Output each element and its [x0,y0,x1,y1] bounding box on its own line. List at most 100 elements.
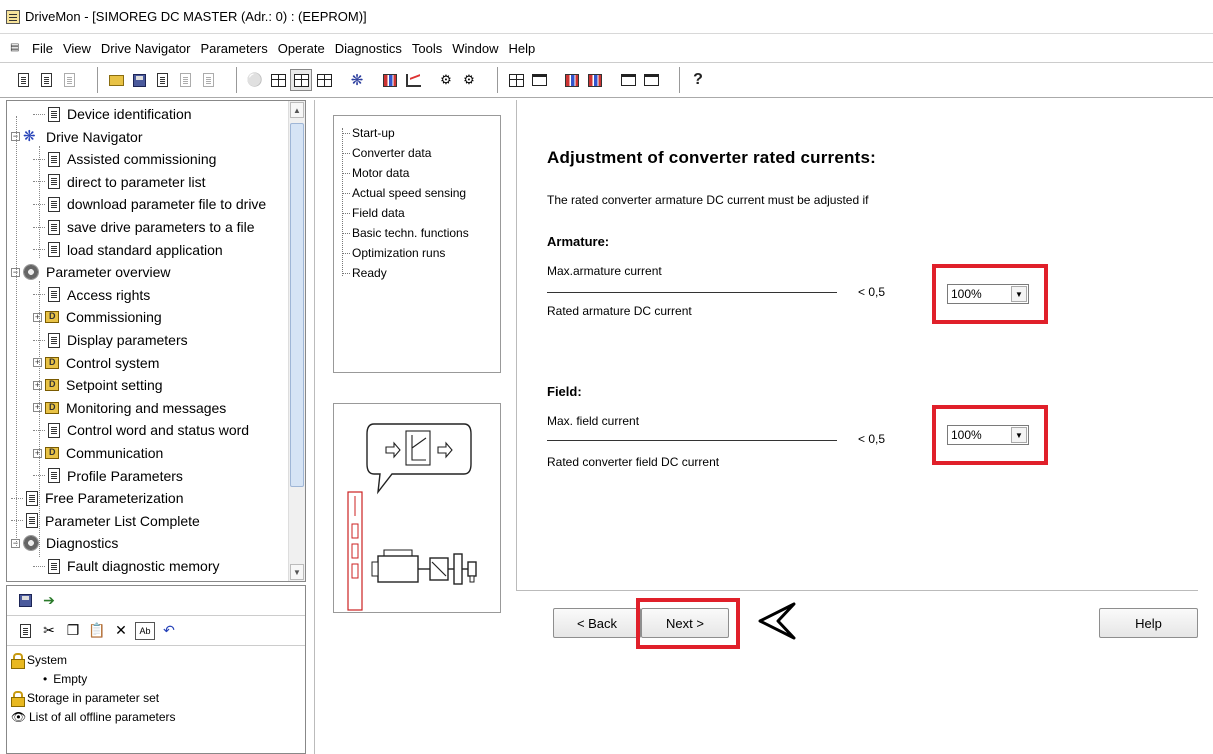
main-toolbar: ⚪ ❋ ⚙ ⚙ ? [0,62,1213,98]
drive-icon-1[interactable]: ⚙ [435,69,457,91]
online-icon[interactable] [267,69,289,91]
tree-item[interactable]: + Control system [33,352,159,374]
list-item-offline-params[interactable]: 👁 List of all offline parameters [11,707,305,726]
step-start-up[interactable]: Start-up [342,126,395,140]
rename-icon[interactable]: Ab [135,621,155,640]
step-ready[interactable]: Ready [342,266,387,280]
tree-item[interactable]: Free Parameterization [11,487,184,509]
tree-scrollbar[interactable]: ▲ ▼ [288,101,305,581]
download-icon[interactable] [584,69,606,91]
menu-diagnostics[interactable]: Diagnostics [335,41,402,56]
tree-item[interactable]: download parameter file to drive [33,193,266,215]
offline-list: System • Empty Storage in parameter set … [7,646,305,726]
expand-icon[interactable]: + [33,380,42,390]
parameter-table-icon[interactable] [505,69,527,91]
tree-item[interactable]: + Setpoint setting [33,374,163,396]
menu-window[interactable]: Window [452,41,498,56]
tile-vertical-icon[interactable] [640,69,662,91]
open-folder-icon[interactable] [105,69,127,91]
list-item-storage[interactable]: Storage in parameter set [11,688,305,707]
properties-icon[interactable] [151,69,173,91]
back-button[interactable]: < Back [553,608,641,638]
save-disk-icon[interactable] [128,69,150,91]
step-optimization-runs[interactable]: Optimization runs [342,246,445,260]
tree-item[interactable]: save drive parameters to a file [33,216,255,238]
tree-item[interactable]: direct to parameter list [33,171,206,193]
tree-item-label: Parameter overview [46,264,171,281]
tree-item[interactable]: + Communication [33,442,163,464]
trend-chart-icon[interactable] [402,69,424,91]
copy-doc-icon[interactable] [58,69,80,91]
step-basic-techn-functions[interactable]: Basic techn. functions [342,226,469,240]
print-icon[interactable] [197,69,219,91]
pointer-arrow-icon [758,602,796,640]
tile-horizontal-icon[interactable] [617,69,639,91]
tree-item[interactable]: + Commissioning [33,306,162,328]
block-diagram-icon[interactable] [379,69,401,91]
step-actual-speed-sensing[interactable]: Actual speed sensing [342,186,466,200]
print-preview-icon[interactable] [174,69,196,91]
menu-parameters[interactable]: Parameters [201,41,268,56]
expand-icon[interactable]: + [33,312,42,322]
new-doc-icon[interactable] [12,69,34,91]
list-item-system[interactable]: System [11,650,305,669]
upload-icon[interactable] [561,69,583,91]
step-motor-data[interactable]: Motor data [342,166,409,180]
step-converter-data[interactable]: Converter data [342,146,431,160]
window-title: DriveMon - [SIMOREG DC MASTER (Adr.: 0) … [25,9,367,24]
paste-icon[interactable]: 📋 [87,622,107,640]
menu-drive-navigator[interactable]: Drive Navigator [101,41,191,56]
expand-icon[interactable]: + [33,403,42,413]
help-button[interactable]: Help [1099,608,1198,638]
tree-item[interactable]: Display parameters [33,329,188,351]
scroll-up-arrow[interactable]: ▲ [290,102,304,118]
field-condition: < 0,5 [858,432,886,446]
tree-item[interactable]: Control word and status word [33,419,249,441]
tree-item[interactable]: Assisted commissioning [33,148,216,170]
tree-item[interactable]: − Diagnostics [11,532,118,554]
armature-denominator: Rated armature DC current [547,304,692,318]
tree-item-label: download parameter file to drive [67,196,267,213]
scroll-thumb[interactable] [290,123,304,487]
menu-help[interactable]: Help [509,41,536,56]
field-denominator: Rated converter field DC current [547,455,720,469]
scroll-down-arrow[interactable]: ▼ [290,564,304,580]
copy-icon[interactable]: ❐ [63,622,83,640]
gear-icon [23,535,39,552]
toolbar-separator [679,67,681,93]
save-to-disk-icon[interactable] [15,592,35,610]
navigator-gear-icon[interactable]: ❋ [346,69,368,91]
tree-item[interactable]: Profile Parameters [33,465,183,487]
import-icon[interactable]: ➔ [39,592,59,610]
tree-item[interactable]: Device identification [33,103,192,125]
cut-icon[interactable]: ✂ [39,622,59,640]
expand-icon[interactable]: + [33,358,42,368]
tree-item[interactable]: − ❋ Drive Navigator [11,126,142,148]
menu-view[interactable]: View [63,41,91,56]
help-icon[interactable]: ? [687,69,709,91]
tree-item-label: Fault diagnostic memory [67,558,220,574]
window-layout-icon[interactable] [528,69,550,91]
mdi-window-icon[interactable]: ▤ [10,42,24,54]
offline-icon[interactable] [290,69,312,91]
tree-item[interactable]: load standard application [33,239,223,261]
expand-icon[interactable]: + [33,448,42,458]
network-icon[interactable] [313,69,335,91]
delete-icon[interactable]: ✕ [111,622,131,640]
undo-icon[interactable]: ↶ [159,622,179,640]
menu-operate[interactable]: Operate [278,41,325,56]
drive-icon-2[interactable]: ⚙ [458,69,480,91]
field-fraction-line [547,440,837,441]
blank-doc-icon[interactable] [35,69,57,91]
tree-item[interactable]: + Monitoring and messages [33,397,226,419]
bulb-icon[interactable]: ⚪ [244,69,266,91]
tree-item[interactable]: Fault diagnostic memory [33,555,220,577]
tree-item[interactable]: − Parameter overview [11,261,171,283]
new-icon[interactable] [15,622,35,640]
folder-icon [45,311,59,324]
tree-item[interactable]: Access rights [33,284,150,306]
menu-file[interactable]: File [32,41,53,56]
list-item-empty[interactable]: • Empty [11,669,305,688]
menu-tools[interactable]: Tools [412,41,442,56]
step-field-data[interactable]: Field data [342,206,405,220]
